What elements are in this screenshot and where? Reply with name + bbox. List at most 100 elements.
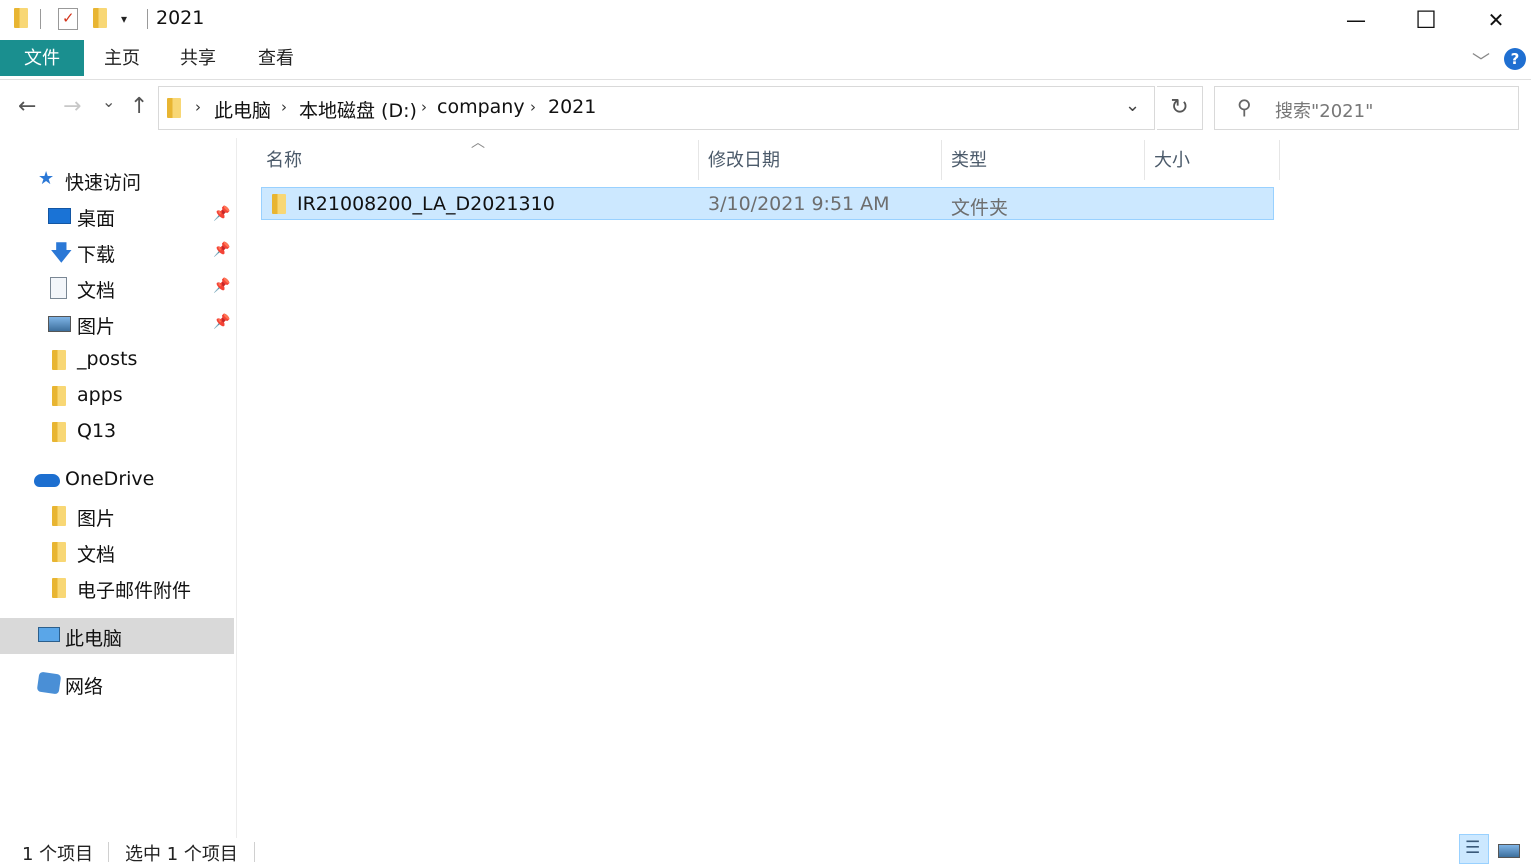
file-modified: 3/10/2021 9:51 AM <box>708 193 890 215</box>
file-type: 文件夹 <box>951 197 1009 219</box>
title-bar: ✓ ▾ 2021 — ☐ ✕ <box>0 0 1531 40</box>
breadcrumb-separator: › <box>281 98 287 116</box>
sidebar-item-posts[interactable]: _posts <box>48 342 236 378</box>
breadcrumb-separator: › <box>530 98 536 116</box>
breadcrumb-this-pc[interactable]: 此电脑 <box>214 96 271 123</box>
breadcrumb-drive-d[interactable]: 本地磁盘 (D:) <box>299 96 417 123</box>
computer-icon <box>38 627 60 642</box>
cloud-icon <box>34 474 60 487</box>
navigation-pane: ★ 快速访问 桌面 📌 🡇 下载 📌 文档 📌 图片 📌 _posts apps… <box>0 138 236 838</box>
sidebar-item-q13[interactable]: Q13 <box>48 414 236 450</box>
column-divider[interactable] <box>698 140 699 180</box>
sidebar-item-label: 快速访问 <box>65 172 142 194</box>
window-title: 2021 <box>156 7 205 29</box>
sidebar-item-label: OneDrive <box>65 468 155 490</box>
star-icon: ★ <box>38 168 55 189</box>
sort-ascending-icon: ︿ <box>471 135 485 151</box>
quick-access-dropdown-icon[interactable]: ▾ <box>121 12 127 26</box>
sidebar-item-label: 文档 <box>77 280 116 302</box>
refresh-button[interactable]: ↻ <box>1157 86 1203 130</box>
folder-icon <box>52 350 66 370</box>
breadcrumb-2021[interactable]: 2021 <box>548 96 596 118</box>
download-icon: 🡇 <box>50 241 73 266</box>
large-icons-view-icon[interactable] <box>1494 834 1524 864</box>
pin-icon: 📌 <box>213 314 231 330</box>
column-divider[interactable] <box>1144 140 1145 180</box>
folder-icon <box>52 386 66 406</box>
file-name[interactable]: IR21008200_LA_D2021310 <box>297 193 555 215</box>
sidebar-item-quick-access[interactable]: ★ 快速访问 <box>38 162 236 198</box>
sidebar-item-onedrive-pictures[interactable]: 图片 <box>48 498 236 534</box>
pane-splitter[interactable] <box>236 138 237 838</box>
tab-share[interactable]: 共享 <box>170 40 226 76</box>
help-icon[interactable]: ? <box>1504 48 1526 70</box>
sidebar-item-email-attachments[interactable]: 电子邮件附件 <box>48 570 236 606</box>
breadcrumb-company[interactable]: company <box>437 96 525 118</box>
table-row[interactable]: IR21008200_LA_D2021310 3/10/2021 9:51 AM… <box>261 187 1274 220</box>
column-header-name[interactable]: 名称 <box>266 146 302 172</box>
search-box[interactable]: ⚲ 搜索"2021" <box>1214 86 1519 130</box>
sidebar-item-label: _posts <box>77 348 138 370</box>
new-folder-icon[interactable] <box>93 8 107 28</box>
search-icon: ⚲ <box>1237 95 1252 119</box>
sidebar-item-label: 网络 <box>65 676 104 698</box>
column-header-modified[interactable]: 修改日期 <box>708 146 780 172</box>
expand-ribbon-icon[interactable]: ﹀ <box>1472 48 1490 74</box>
sidebar-item-documents[interactable]: 文档 📌 <box>48 270 236 306</box>
sidebar-item-downloads[interactable]: 🡇 下载 📌 <box>48 234 236 270</box>
column-header-size[interactable]: 大小 <box>1154 146 1190 172</box>
sidebar-item-desktop[interactable]: 桌面 📌 <box>48 198 236 234</box>
sidebar-item-label: 电子邮件附件 <box>77 580 192 602</box>
breadcrumb-separator: › <box>195 98 201 116</box>
tab-home[interactable]: 主页 <box>94 40 150 76</box>
folder-icon <box>272 194 286 214</box>
desktop-icon <box>48 208 71 224</box>
item-count: 1 个项目 <box>22 844 94 865</box>
maximize-button[interactable]: ☐ <box>1391 0 1461 40</box>
column-divider[interactable] <box>1279 140 1280 180</box>
sidebar-item-label: 桌面 <box>77 208 116 230</box>
separator <box>40 9 41 29</box>
status-separator <box>108 842 109 862</box>
selected-count: 选中 1 个项目 <box>125 844 238 865</box>
sidebar-item-apps[interactable]: apps <box>48 378 236 414</box>
sidebar-item-onedrive-documents[interactable]: 文档 <box>48 534 236 570</box>
sidebar-item-label: apps <box>77 384 123 406</box>
folder-icon <box>14 8 28 28</box>
tab-file[interactable]: 文件 <box>0 40 84 76</box>
folder-icon <box>52 542 66 562</box>
properties-icon[interactable]: ✓ <box>58 8 78 30</box>
sidebar-item-this-pc[interactable]: 此电脑 <box>0 618 234 654</box>
forward-button[interactable]: → <box>63 94 81 119</box>
column-divider[interactable] <box>941 140 942 180</box>
ribbon-tabs: 文件 主页 共享 查看 ﹀ ? <box>0 40 1531 80</box>
sidebar-item-label: 下载 <box>77 244 116 266</box>
network-icon <box>36 671 62 695</box>
recent-locations-button[interactable]: ⌄ <box>102 92 115 111</box>
close-button[interactable]: ✕ <box>1461 0 1531 40</box>
back-button[interactable]: ← <box>18 94 36 119</box>
sidebar-item-pictures[interactable]: 图片 📌 <box>48 306 236 342</box>
search-input[interactable]: 搜索"2021" <box>1275 97 1373 123</box>
folder-icon <box>52 506 66 526</box>
address-bar[interactable]: › 此电脑 › 本地磁盘 (D:) › company › 2021 ⌄ <box>158 86 1155 130</box>
breadcrumb-separator: › <box>421 98 427 116</box>
sidebar-item-onedrive[interactable]: OneDrive <box>34 462 236 498</box>
tab-view[interactable]: 查看 <box>248 40 304 76</box>
up-button[interactable]: ↑ <box>130 94 148 119</box>
status-separator <box>254 842 255 862</box>
sidebar-item-label: 此电脑 <box>65 628 123 650</box>
column-header-type[interactable]: 类型 <box>951 146 987 172</box>
sidebar-item-label: 图片 <box>77 316 116 338</box>
pin-icon: 📌 <box>213 278 231 294</box>
details-view-icon[interactable]: ☰ <box>1459 834 1489 864</box>
sidebar-item-network[interactable]: 网络 <box>36 666 236 702</box>
sidebar-item-label: 图片 <box>77 508 116 530</box>
folder-icon <box>52 422 66 442</box>
folder-icon <box>52 578 66 598</box>
minimize-button[interactable]: — <box>1321 0 1391 40</box>
status-bar: 1 个项目 选中 1 个项目 <box>0 838 1531 866</box>
pin-icon: 📌 <box>213 206 231 222</box>
address-dropdown-button[interactable]: ⌄ <box>1125 95 1140 116</box>
document-icon <box>50 277 67 299</box>
